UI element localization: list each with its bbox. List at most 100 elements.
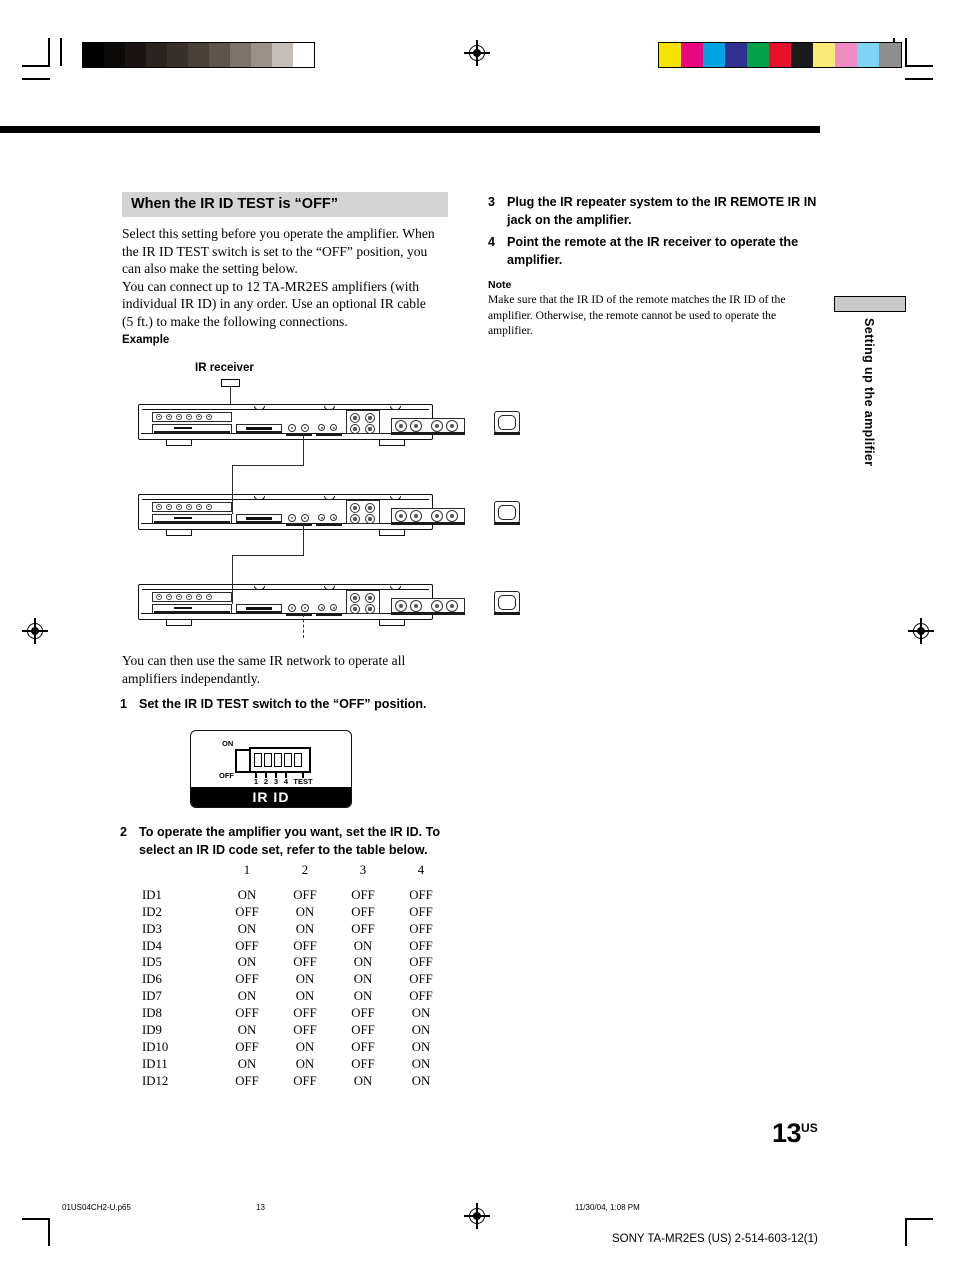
cable-continuation-dashed (303, 614, 304, 638)
crop-mark-top-right-h2 (905, 78, 933, 80)
crop-mark-bottom-right-h (905, 1218, 933, 1220)
dip-switch-5[interactable] (294, 753, 302, 767)
dip-switch-3[interactable] (274, 753, 282, 767)
table-cell-12-3: ON (353, 1073, 373, 1088)
cable-2-horizontal (232, 555, 304, 557)
amplifier-unit-3 (138, 580, 520, 626)
table-cell-6-2: ON (295, 972, 315, 987)
ir-remote-in-jack-1 (288, 424, 296, 432)
page-number: 13US (772, 1118, 818, 1149)
table-row: ID10 OFF ON OFF ON (130, 1039, 450, 1056)
table-row: ID1 ON OFF OFF OFF (130, 887, 450, 904)
color-swatch-6 (769, 43, 791, 67)
table-cell-8-3: OFF (351, 1006, 375, 1021)
dip-switch-2[interactable] (264, 753, 272, 767)
table-cell-7-1: ON (237, 989, 257, 1004)
dip-number-2: 2 (263, 777, 269, 786)
table-row: ID4 OFF OFF ON OFF (130, 938, 450, 955)
color-swatch-8 (813, 43, 835, 67)
header-rule (0, 126, 820, 133)
ir-id-switch-illustration: ON OFF 1 2 3 4 TEST IR ID (190, 730, 352, 808)
table-cell-9-2: OFF (293, 1022, 317, 1037)
table-col-header-3: 3 (359, 862, 367, 877)
dip-number-3: 3 (273, 777, 279, 786)
gray-swatch-6 (188, 43, 209, 67)
cable-1-horizontal (232, 465, 304, 467)
thumb-tab-box (834, 296, 906, 312)
table-row: ID8 OFF OFF OFF ON (130, 1005, 450, 1022)
table-row: ID2 OFF ON OFF OFF (130, 904, 450, 921)
table-cell-1-1: ON (237, 887, 257, 902)
table-cell-11-3: OFF (351, 1056, 375, 1071)
registration-mark-top-center (464, 40, 490, 66)
table-cell-1-3: OFF (351, 887, 375, 902)
ac-inlet-3 (494, 591, 520, 613)
table-cell-1-4: OFF (409, 887, 433, 902)
table-cell-3-3: OFF (351, 921, 375, 936)
table-row-label: ID10 (142, 1039, 169, 1054)
gray-swatch-1 (83, 43, 104, 67)
grayscale-step-wedge (82, 42, 315, 68)
on-lead-vertical (235, 749, 237, 761)
table-corner-cell (130, 862, 218, 887)
dip-switch-body (249, 747, 311, 773)
ir-remote-out-jack-2 (301, 514, 309, 522)
table-cell-12-1: OFF (235, 1073, 259, 1088)
step-4-line-1: Point the remote at the IR receiver to o… (507, 235, 799, 249)
registration-mark-bottom-center (464, 1203, 490, 1229)
table-col-header-4: 4 (417, 862, 425, 877)
table-col-header-2: 2 (301, 862, 309, 877)
table-cell-11-4: ON (411, 1056, 431, 1071)
ir-remote-out-jack-3 (301, 604, 309, 612)
intro-line-3: can also make the setting below. (122, 261, 298, 276)
color-swatch-7 (791, 43, 813, 67)
dip-number-1: 1 (253, 777, 259, 786)
off-lead-vertical (235, 761, 237, 773)
table-row: ID3 ON ON OFF OFF (130, 921, 450, 938)
color-swatch-5 (747, 43, 769, 67)
crop-mark-top-left-h2 (22, 78, 50, 80)
step-2-line-2: select an IR ID code set, refer to the t… (139, 842, 428, 857)
table-cell-6-4: OFF (409, 972, 433, 987)
table-cell-4-2: OFF (293, 938, 317, 953)
gray-swatch-4 (146, 43, 167, 67)
table-row: ID5 ON OFF ON OFF (130, 954, 450, 971)
table-cell-8-4: ON (411, 1006, 431, 1021)
table-cell-10-1: OFF (235, 1039, 259, 1054)
table-header-row: 1 2 3 4 (130, 862, 450, 887)
table-row-label: ID3 (142, 921, 162, 936)
color-swatch-3 (703, 43, 725, 67)
switch-on-label: ON (222, 739, 234, 748)
amplifier-unit-2 (138, 490, 520, 536)
table-cell-10-3: OFF (351, 1039, 375, 1054)
color-swatch-9 (835, 43, 857, 67)
step-3-line-2: jack on the amplifier. (507, 212, 632, 227)
color-swatch-4 (725, 43, 747, 67)
step-3-text: Plug the IR repeater system to the IR RE… (507, 194, 818, 229)
table-cell-5-3: ON (353, 955, 373, 970)
table-row: ID11 ON ON OFF ON (130, 1056, 450, 1073)
crop-mark-top-left-h (22, 65, 50, 67)
crop-mark-top-right-h (905, 65, 933, 67)
switch-off-label: OFF (219, 771, 234, 780)
crop-mark-bottom-right-v (905, 1218, 907, 1246)
intro-line-5: individual IR ID) in any order. Use an o… (122, 296, 426, 311)
dip-switch-1[interactable] (254, 753, 262, 767)
after-diagram-line-2: amplifiers independantly. (122, 670, 261, 686)
crop-mark-bottom-left-h (22, 1218, 50, 1220)
table-row: ID9 ON OFF OFF ON (130, 1022, 450, 1039)
crop-mark-top-left-v (48, 38, 50, 66)
crop-mark-bottom-left-v (48, 1218, 50, 1246)
step-4-text: Point the remote at the IR receiver to o… (507, 234, 818, 269)
table-cell-10-4: ON (411, 1039, 431, 1054)
ir-remote-in-jack-3 (288, 604, 296, 612)
ac-inlet-1 (494, 411, 520, 433)
after-diagram-line-1: You can then use the same IR network to … (122, 653, 406, 668)
table-cell-3-4: OFF (409, 921, 433, 936)
intro-line-1: Select this setting before you operate t… (122, 226, 435, 241)
table-row-label: ID1 (142, 887, 162, 902)
table-row-label: ID2 (142, 904, 162, 919)
dip-switch-4[interactable] (284, 753, 292, 767)
crop-mark-top-left-v2 (60, 38, 62, 66)
dip-number-4: 4 (283, 777, 289, 786)
